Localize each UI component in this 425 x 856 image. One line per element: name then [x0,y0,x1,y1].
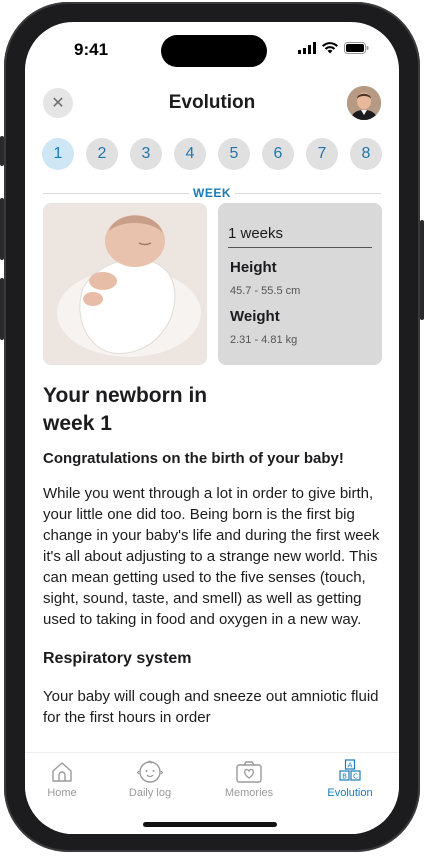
abc-blocks-icon: AB C [339,759,361,781]
article: Your newborn in week 1 Congratulations o… [43,382,383,728]
week-button-5[interactable]: 5 [218,138,250,170]
baby-face-icon [137,760,163,783]
info-divider [228,247,372,248]
week-button-1[interactable]: 1 [42,138,74,170]
wifi-icon [322,42,338,54]
home-icon [52,762,72,782]
svg-text:A: A [348,762,353,770]
dynamic-island [161,35,267,67]
growth-info-card: 1 weeks Height 45.7 - 55.5 cm Weight 2.3… [218,203,382,365]
week-selector: 1 2 3 4 5 6 7 8 [42,138,382,170]
tab-memories-label: Memories [224,787,274,799]
tab-evolution[interactable]: ABC Evolution [310,759,390,799]
home-indicator[interactable] [143,822,277,827]
status-time: 9:41 [74,40,109,59]
svg-text:B: B [342,773,347,781]
week-button-6[interactable]: 6 [262,138,294,170]
height-value: 45.7 - 55.5 cm [230,285,301,297]
tab-evolution-label: Evolution [327,787,373,799]
newborn-photo [43,203,207,365]
week-button-8[interactable]: 8 [350,138,382,170]
header: ✕ Evolution [25,86,399,122]
article-body: While you went through a lot in order to… [43,485,380,628]
section-body: Your baby will cough and sneeze out amni… [43,688,379,726]
status-icons [298,42,369,54]
week-button-2[interactable]: 2 [86,138,118,170]
article-title-line2: week 1 [43,412,112,435]
avatar[interactable] [347,86,381,120]
weight-label: Weight [230,308,280,325]
week-button-4[interactable]: 4 [174,138,206,170]
section-title: Respiratory system [43,650,192,667]
signal-icon [298,42,316,54]
tab-home[interactable]: Home [25,759,102,799]
article-subtitle: Congratulations on the birth of your bab… [43,450,344,467]
tab-home-label: Home [47,787,77,799]
height-label: Height [230,259,277,276]
info-weeks: 1 weeks [228,225,284,242]
mute-switch [0,136,4,166]
week-divider: WEEK [43,186,381,200]
battery-icon [344,42,369,54]
volume-down-button [0,278,4,340]
weight-value: 2.31 - 4.81 kg [230,334,298,346]
page-title: Evolution [168,92,256,113]
photo-heart-icon [236,761,262,783]
week-button-7[interactable]: 7 [306,138,338,170]
tab-daily-log[interactable]: Daily log [110,759,190,799]
svg-text:C: C [353,773,358,781]
article-title-line1: Your newborn in [43,384,208,407]
tab-daily-log-label: Daily log [128,787,172,799]
tab-memories[interactable]: Memories [209,759,289,799]
week-button-3[interactable]: 3 [130,138,162,170]
power-button [420,220,424,320]
screen: 9:41 ✕ Evolution 1 2 3 4 5 6 7 8 WEEK 1 … [25,22,399,834]
divider-line-right [235,193,381,194]
volume-up-button [0,198,4,260]
